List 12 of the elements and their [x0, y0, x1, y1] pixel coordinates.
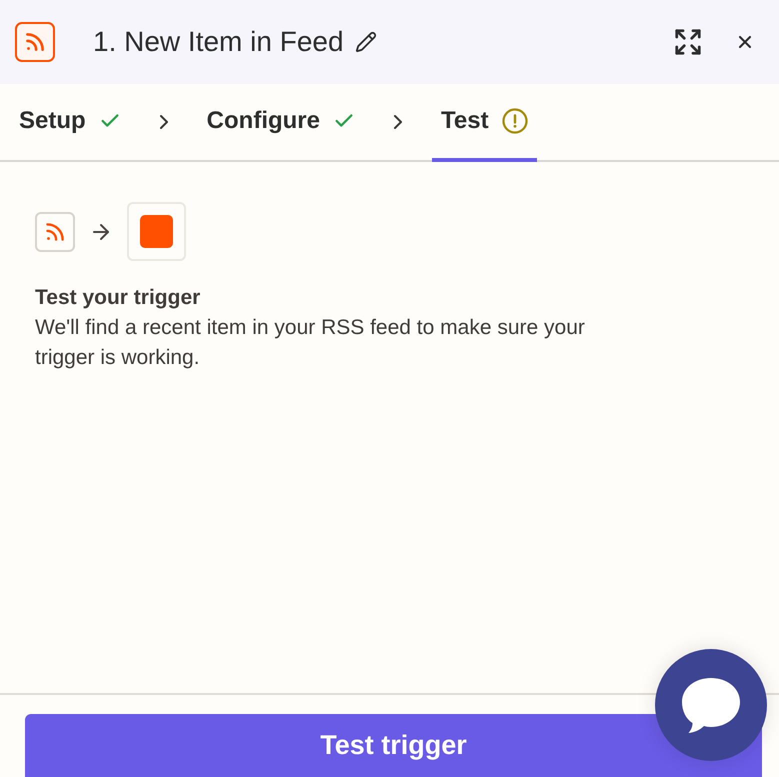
- expand-icon[interactable]: [673, 27, 703, 57]
- intro-description: We'll find a recent item in your RSS feed to make sure your trigger is working.: [35, 315, 586, 371]
- intro-title: Test your trigger: [35, 285, 200, 311]
- speech-bubble-icon: [682, 678, 740, 732]
- step-tab[interactable]: Setup: [10, 84, 130, 162]
- app-placeholder-icon: [127, 202, 186, 261]
- step-title: 1. New Item in Feed: [93, 25, 344, 59]
- pencil-icon[interactable]: [354, 30, 378, 54]
- step-tab[interactable]: Test: [432, 84, 537, 162]
- rss-app-icon: [35, 212, 75, 252]
- rss-app-icon: [15, 22, 55, 62]
- step-tab[interactable]: Configure: [198, 84, 364, 162]
